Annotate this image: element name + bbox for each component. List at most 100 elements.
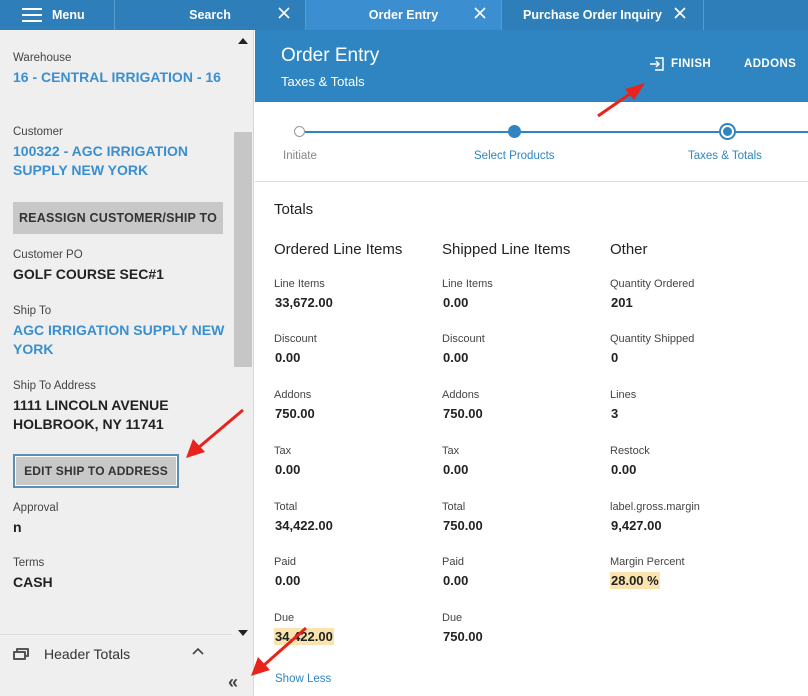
show-less-link[interactable]: Show Less	[275, 673, 331, 685]
cell-value: 0.00	[443, 462, 469, 477]
ship-to-address-field: Ship To Address 1111 LINCOLN AVENUE HOLB…	[13, 380, 228, 434]
step-select-products-dot[interactable]	[508, 125, 521, 138]
cell-label: Tax	[274, 445, 292, 457]
other-quantity-ordered: Quantity Ordered 201	[610, 278, 770, 312]
collapse-sidebar-icon[interactable]: «	[228, 672, 238, 693]
chevron-up-icon[interactable]	[192, 646, 204, 658]
totals-title: Totals	[274, 201, 314, 218]
edit-ship-to-address-button[interactable]: EDIT SHIP TO ADDRESS	[13, 454, 179, 488]
page-subtitle: Taxes & Totals	[281, 74, 365, 89]
cell-label: Margin Percent	[610, 556, 685, 568]
step-select-products-label[interactable]: Select Products	[474, 150, 555, 162]
addons-button[interactable]: ADDONS	[744, 58, 796, 70]
cell-label: Paid	[442, 556, 465, 568]
ordered-tax: Tax 0.00	[274, 445, 434, 479]
close-icon[interactable]	[277, 6, 291, 20]
step-initiate-label[interactable]: Initiate	[283, 150, 317, 162]
approval-field: Approval n	[13, 502, 228, 537]
cell-label: label.gross.margin	[610, 501, 700, 513]
shipped-total: Total 750.00	[442, 501, 602, 535]
terms-value: CASH	[13, 574, 53, 590]
shipped-paid: Paid 0.00	[442, 556, 602, 590]
ship-to-address-label: Ship To Address	[13, 380, 96, 392]
ordered-paid: Paid 0.00	[274, 556, 434, 590]
cell-label: Line Items	[442, 278, 493, 290]
scroll-down-arrow-icon[interactable]	[238, 630, 248, 636]
menu-button[interactable]: Menu	[0, 0, 115, 30]
cell-value: 3	[611, 406, 619, 421]
ordered-line-items: Line Items 33,672.00	[274, 278, 434, 312]
warehouse-label: Warehouse	[13, 52, 72, 64]
ship-to-field: Ship To AGC IRRIGATION SUPPLY NEW YORK	[13, 305, 228, 359]
cell-label: Discount	[442, 333, 485, 345]
warehouse-link[interactable]: 16 - CENTRAL IRRIGATION - 16	[13, 68, 228, 87]
header-totals-label: Header Totals	[44, 645, 131, 662]
ordered-discount: Discount 0.00	[274, 333, 434, 367]
cell-value: 0.00	[443, 573, 469, 588]
ship-to-link[interactable]: AGC IRRIGATION SUPPLY NEW YORK	[13, 321, 228, 359]
tab-purchase-order-inquiry[interactable]: Purchase Order Inquiry	[502, 0, 704, 30]
cell-value-highlighted: 28.00 %	[610, 572, 660, 589]
cell-label: Restock	[610, 445, 650, 457]
ordered-due: Due 34,422.00	[274, 612, 434, 646]
ordered-total: Total 34,422.00	[274, 501, 434, 535]
cell-label: Quantity Shipped	[610, 333, 695, 345]
customer-label: Customer	[13, 126, 63, 138]
hamburger-icon	[22, 8, 42, 22]
other-lines: Lines 3	[610, 389, 770, 423]
shipped-tax: Tax 0.00	[442, 445, 602, 479]
step-taxes-totals-label[interactable]: Taxes & Totals	[688, 150, 762, 162]
sign-in-icon	[650, 57, 664, 71]
cell-label: Line Items	[274, 278, 325, 290]
approval-value: n	[13, 519, 22, 535]
customer-po-value: GOLF COURSE SEC#1	[13, 266, 164, 282]
page-header: Order Entry Taxes & Totals FINISH ADDONS	[255, 30, 808, 102]
cell-label: Due	[274, 612, 295, 624]
other-restock: Restock 0.00	[610, 445, 770, 479]
warehouse-field: Warehouse 16 - CENTRAL IRRIGATION - 16	[13, 52, 228, 87]
other-margin-percent: Margin Percent 28.00 %	[610, 556, 770, 590]
top-tab-bar: Menu Search Order Entry Purchase Order I…	[0, 0, 808, 30]
progress-stepper: Initiate Select Products Taxes & Totals	[255, 102, 808, 182]
step-initiate-dot[interactable]	[294, 126, 305, 137]
cell-value: 9,427.00	[611, 518, 662, 533]
scroll-up-arrow-icon[interactable]	[238, 38, 248, 44]
terms-label: Terms	[13, 557, 45, 569]
cell-value: 750.00	[275, 406, 315, 421]
shipped-due: Due 750.00	[442, 612, 602, 646]
tab-search[interactable]: Search	[115, 0, 306, 30]
cell-value: 750.00	[443, 629, 483, 644]
step-taxes-totals-dot[interactable]	[719, 123, 736, 140]
finish-button[interactable]: FINISH	[649, 56, 711, 72]
sidebar-scroll-thumb[interactable]	[234, 132, 252, 367]
cell-label: Tax	[442, 445, 460, 457]
cell-value: 0.00	[275, 350, 301, 365]
cell-label: Total	[442, 501, 466, 513]
cell-value: 0.00	[275, 462, 301, 477]
finish-label: FINISH	[671, 58, 712, 70]
cell-label: Due	[442, 612, 463, 624]
tab-order-entry[interactable]: Order Entry	[306, 0, 502, 30]
tab-po-label: Purchase Order Inquiry	[523, 8, 662, 22]
sidebar-content: Warehouse 16 - CENTRAL IRRIGATION - 16 C…	[0, 30, 232, 630]
cell-value: 0.00	[443, 350, 469, 365]
shipped-heading: Shipped Line Items	[442, 241, 571, 258]
cell-value: 750.00	[443, 518, 483, 533]
main-panel: Order Entry Taxes & Totals FINISH ADDONS…	[255, 30, 808, 696]
close-icon[interactable]	[673, 6, 687, 20]
approval-label: Approval	[13, 502, 59, 514]
other-heading: Other	[610, 241, 648, 258]
menu-label: Menu	[52, 8, 85, 22]
reassign-customer-button[interactable]: REASSIGN CUSTOMER/SHIP TO	[13, 202, 223, 234]
other-quantity-shipped: Quantity Shipped 0	[610, 333, 770, 367]
customer-link[interactable]: 100322 - AGC IRRIGATION SUPPLY NEW YORK	[13, 142, 228, 180]
close-icon[interactable]	[473, 6, 487, 20]
customer-po-field: Customer PO GOLF COURSE SEC#1	[13, 249, 228, 284]
cell-label: Discount	[274, 333, 317, 345]
page-title: Order Entry	[281, 45, 380, 66]
cell-value-highlighted: 34,422.00	[274, 628, 334, 645]
tab-order-entry-label: Order Entry	[368, 8, 439, 22]
cell-label: Addons	[274, 389, 312, 401]
tab-search-label: Search	[189, 8, 231, 22]
cell-value: 201	[611, 295, 633, 310]
